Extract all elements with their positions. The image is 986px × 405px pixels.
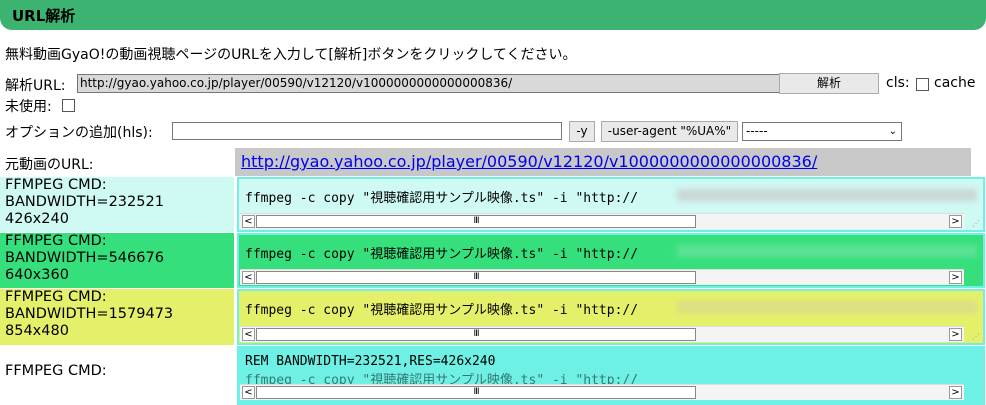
cmd-label: FFMPEG CMD: [5,289,107,305]
cls-label: cls: [886,75,910,91]
scroll-thumb[interactable]: III [256,386,696,399]
command-text: ffmpeg -c copy "視聴確認用サンプル映像.ts" -i "http… [245,191,639,206]
source-url-link[interactable]: http://gyao.yahoo.co.jp/player/00590/v12… [241,152,817,171]
horizontal-scrollbar[interactable]: < III > [240,213,964,229]
page-header: URL解析 [0,0,986,30]
scroll-left-icon[interactable]: < [242,271,255,284]
ffmpeg-command-textarea[interactable]: ffmpeg -c copy "視聴確認用サンプル映像.ts" -i "http… [237,289,985,345]
scroll-right-icon[interactable]: > [949,271,962,284]
cls-checkbox[interactable] [916,78,929,91]
instructions-text: 無料動画GyaO!の動画視聴ページのURLを入力して[解析]ボタンをクリックして… [5,47,577,63]
cache-label: cache [934,75,976,91]
unused-checkbox[interactable] [62,99,75,112]
url-input[interactable]: http://gyao.yahoo.co.jp/player/00590/v12… [77,74,783,93]
unused-label: 未使用: [5,99,52,115]
source-url-label: 元動画のURL: [5,157,94,173]
resize-grip-icon[interactable]: ⋰ [972,219,980,228]
ffmpeg-command-textarea[interactable]: ffmpeg -c copy "視聴確認用サンプル映像.ts" -i "http… [237,233,985,288]
ffmpeg-row-label: FFMPEG CMD: [0,346,234,405]
scroll-thumb[interactable]: III [256,271,696,284]
page-title: URL解析 [12,7,76,25]
horizontal-scrollbar[interactable]: < III > [240,384,964,400]
ffmpeg-row-label: FFMPEG CMD: BANDWIDTH=232521 426x240 [0,177,234,232]
command-text: ffmpeg -c copy "視聴確認用サンプル映像.ts" -i "http… [245,247,639,262]
option-select[interactable]: ----- ⌄ [742,122,902,141]
chevron-down-icon: ⌄ [888,126,897,137]
ffmpeg-row-label: FFMPEG CMD: BANDWIDTH=546676 640x360 [0,233,234,288]
scroll-right-icon[interactable]: > [949,215,962,228]
resolution-text: 640x360 [5,267,69,283]
cmd-label: FFMPEG CMD: [5,363,107,379]
scroll-left-icon[interactable]: < [242,386,255,399]
redacted-url [677,189,977,201]
user-agent-button[interactable]: -user-agent "%UA%" [601,121,738,142]
bandwidth-text: BANDWIDTH=232521 [5,194,164,210]
y-option-button[interactable]: -y [569,121,595,142]
redacted-url [677,301,977,313]
resize-grip-icon[interactable]: ⋰ [972,275,980,284]
cmd-label: FFMPEG CMD: [5,233,107,249]
ffmpeg-command-textarea[interactable]: ffmpeg -c copy "視聴確認用サンプル映像.ts" -i "http… [237,177,985,232]
redacted-url [677,245,977,257]
source-url-box: http://gyao.yahoo.co.jp/player/00590/v12… [235,148,971,176]
rem-line-text: REM BANDWIDTH=232521,RES=426x240 [245,354,496,369]
resize-grip-icon[interactable]: ⋰ [972,332,980,341]
bandwidth-text: BANDWIDTH=546676 [5,250,164,266]
resolution-text: 854x480 [5,323,69,339]
scroll-left-icon[interactable]: < [242,328,255,341]
option-select-value: ----- [746,124,768,138]
horizontal-scrollbar[interactable]: < III > [240,269,964,285]
options-input[interactable] [172,122,562,140]
url-label: 解析URL: [5,78,66,94]
scroll-right-icon[interactable]: > [949,328,962,341]
bandwidth-text: BANDWIDTH=1579473 [5,306,174,322]
analyze-button[interactable]: 解析 [779,73,879,94]
resolution-text: 426x240 [5,211,69,227]
ffmpeg-row-label: FFMPEG CMD: BANDWIDTH=1579473 854x480 [0,289,234,345]
cmd-label: FFMPEG CMD: [5,177,107,193]
horizontal-scrollbar[interactable]: < III > [240,326,964,342]
command-text: ffmpeg -c copy "視聴確認用サンプル映像.ts" -i "http… [245,303,639,318]
scroll-left-icon[interactable]: < [242,215,255,228]
options-label: オプションの追加(hls): [5,125,153,141]
scroll-thumb[interactable]: III [256,215,696,228]
ffmpeg-command-textarea[interactable]: REM BANDWIDTH=232521,RES=426x240 ffmpeg … [237,346,985,405]
scroll-thumb[interactable]: III [256,328,696,341]
scroll-right-icon[interactable]: > [949,386,962,399]
